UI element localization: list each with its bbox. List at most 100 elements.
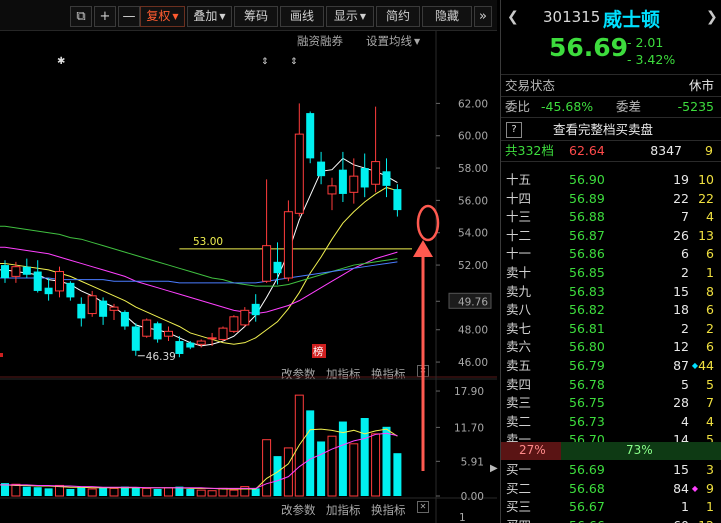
ask-level-label: 十四 [506,190,532,206]
bid-volume: 60 [673,516,689,523]
price-change: - 2.01 [627,35,664,50]
ask-volume: 4 [681,413,689,429]
ask-order-count: 2 [706,320,714,336]
bid-order-count: 3 [706,462,714,477]
ask-level-row[interactable]: 卖二 56.73 4 4 [501,412,721,432]
ask-price: 56.87 [569,227,605,243]
candle-body [142,319,152,337]
jianyue-button[interactable]: 简约 [376,6,420,27]
ratio-left-label: 27% [519,443,546,457]
yincang-button[interactable]: 隐藏 [422,6,472,27]
candle-body [393,189,402,211]
ask-price: 56.83 [569,283,605,299]
annotation-arrow-head [413,240,433,257]
bid-order-count: 1 [706,499,714,515]
last-price: 56.69 [549,33,629,62]
diamond-marker-icon: ◆ [691,361,698,370]
bid-price: 56.68 [569,480,605,496]
ask-price: 56.90 [569,172,605,187]
price-change-pct: - 3.42% [627,52,676,67]
ask-price: 56.75 [569,395,605,411]
bid-level-row[interactable]: 买一 56.69 15 3 [501,460,721,480]
ask-level-row[interactable]: 卖十 56.85 2 1 [501,263,721,283]
double-chevron-right-icon: » [479,9,487,24]
volume-bar [186,488,195,496]
ask-level-row[interactable]: 卖三 56.75 28 7 [501,393,721,413]
volume-bar [306,410,315,496]
total-volume: 8347 [650,143,682,158]
volume-bar [317,441,326,496]
ask-level-row[interactable]: 十四 56.89 22 22 [501,189,721,209]
xianshi-label: 显示 [333,9,358,23]
ask-price: 56.81 [569,320,605,336]
candle-body [240,309,250,326]
ask-level-row[interactable]: 卖八 56.82 18 6 [501,300,721,320]
ask-level-row[interactable]: 卖五 56.79 87 44 ◆ [501,356,721,376]
help-icon[interactable]: ? [506,122,522,138]
weibi-row: 委比 -45.68% 委差 -5235 [501,97,721,117]
y-tick-label: 52.00 [458,260,488,272]
ask-level-row[interactable]: 十二 56.87 26 13 [501,226,721,246]
chouma-button[interactable]: 筹码 [234,6,278,27]
event-arrow-icon: ⇕ [261,57,269,67]
candle-body [164,330,173,337]
bid-level-row[interactable]: 买三 56.67 1 1 [501,497,721,517]
trade-status-row: 交易状态 休市 [501,76,721,96]
kline-chart[interactable]: 62.00 60.00 58.00 56.00 54.00 52.00 49.76 48.00… [0,31,497,523]
vol-ma-vma5 [0,428,398,490]
bid-level-row[interactable]: 买四 56.66 60 12 [501,516,721,523]
ask-level-row[interactable]: 卖六 56.80 12 6 [501,337,721,357]
nav-right-icon[interactable]: ❯ [706,9,718,25]
chevron-down-icon: ▼ [359,12,367,21]
ma-line-ma5 [0,157,398,347]
full-book-row[interactable]: ? 查看完整档买卖盘 [501,120,721,140]
ask-order-count: 44 [698,358,714,373]
volume-bar [44,488,53,496]
volume-bar [382,426,391,496]
ask-volume: 5 [681,376,689,392]
ask-price: 56.78 [569,376,605,392]
vol-tick-label: 0.00 [461,491,484,503]
ask-order-count: 6 [706,302,714,318]
bid-level-label: 买二 [506,480,532,496]
chart-toolbar: ⧉ + — 复权 ▼ 叠加 ▼ 筹码 画线 显示 ▼ 简约 隐藏 » [0,0,497,31]
ask-volume: 12 [673,339,689,355]
ask-level-label: 十一 [506,246,532,262]
xianshi-dropdown[interactable]: 显示 ▼ [326,6,374,27]
ask-volume: 7 [681,209,689,225]
y-tick-label: 49.76 [458,296,488,308]
full-book-link[interactable]: 查看完整档买卖盘 [553,120,653,140]
volume-bar [87,488,97,497]
candle-body [33,271,42,291]
ask-order-count: 6 [706,246,714,262]
candle-body [131,326,140,351]
huaxian-button[interactable]: 画线 [280,6,324,27]
ask-level-row[interactable]: 卖四 56.78 5 5 [501,375,721,395]
trade-status-value: 休市 [688,78,714,93]
bid-level-row[interactable]: 买二 56.68 84 9 ◆ [501,479,721,499]
zoom-out-button[interactable]: — [118,6,140,27]
collapse-right-button[interactable]: » [474,6,492,27]
ask-level-row[interactable]: 十一 56.86 6 6 [501,244,721,264]
ask-level-row[interactable]: 卖九 56.83 15 8 [501,282,721,302]
candle-body [229,316,239,332]
bid-volume: 1 [681,499,689,515]
ask-level-row[interactable]: 十五 56.90 19 10 [501,170,721,190]
diejia-dropdown[interactable]: 叠加 ▼ [187,6,232,27]
annotation-circle [416,204,440,242]
window-toggle-button[interactable]: ⧉ [70,6,92,27]
ask-level-row[interactable]: 卖七 56.81 2 2 [501,319,721,339]
ask-level-row[interactable]: 十三 56.88 7 4 [501,207,721,227]
bid-volume: 84 [673,480,689,496]
candle-body [218,327,228,340]
nav-left-icon[interactable]: ❮ [507,9,519,25]
chevron-down-icon: ▼ [219,12,226,21]
volume-bar [99,487,108,496]
candle-body [87,295,97,315]
collapse-arrow-icon[interactable]: ▶ [490,463,498,479]
bid-ask-ratio-bar: 27% 73% [501,442,721,460]
bang-badge: 榜 [313,345,324,358]
quote-header: ❮ 301315 威士顿 ❯ 56.69 - 2.01 - 3.42% [501,0,721,75]
fuquan-dropdown[interactable]: 复权 ▼ [140,6,185,27]
zoom-in-button[interactable]: + [94,6,116,27]
